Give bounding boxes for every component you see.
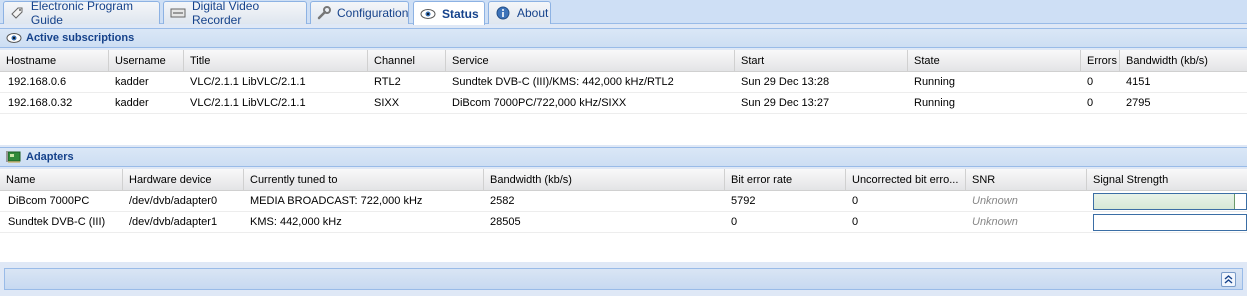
- cell-title: VLC/2.1.1 LibVLC/2.1.1: [190, 76, 306, 88]
- cell-bandwidth: 2795: [1126, 97, 1151, 109]
- cell-hardware-device: /dev/dvb/adapter1: [129, 216, 218, 228]
- table-row[interactable]: Sundtek DVB-C (III) /dev/dvb/adapter1 KM…: [0, 212, 1247, 233]
- signal-strength-bar: [1093, 214, 1247, 231]
- column-header-signal-strength[interactable]: Signal Strength: [1087, 169, 1247, 191]
- table-row[interactable]: 192.168.0.32 kadder VLC/2.1.1 LibVLC/2.1…: [0, 93, 1247, 114]
- tab-label: Electronic Program Guide: [30, 0, 133, 27]
- eye-icon: [6, 31, 22, 45]
- cell-username: kadder: [115, 76, 149, 88]
- subscriptions-grid: Hostname Username Title Channel Service …: [0, 50, 1247, 145]
- adapters-panel-header: Adapters: [0, 147, 1247, 167]
- column-header-state[interactable]: State: [908, 50, 1081, 72]
- cell-bandwidth: 4151: [1126, 76, 1151, 88]
- cell-tuned-to: MEDIA BROADCAST: 722,000 kHz: [250, 195, 423, 207]
- panel-title: Active subscriptions: [26, 32, 135, 44]
- cell-bit-error-rate: 0: [731, 216, 738, 228]
- tab-label: Status: [442, 6, 479, 21]
- column-header-snr[interactable]: SNR: [966, 169, 1087, 191]
- cell-service: DiBcom 7000PC/722,000 kHz/SIXX: [452, 97, 627, 109]
- cell-channel: SIXX: [374, 97, 400, 109]
- tab-dvr[interactable]: Digital Video Recorder: [163, 0, 307, 27]
- cell-errors: 0: [1087, 97, 1094, 109]
- cell-username: kadder: [115, 97, 149, 109]
- signal-strength-fill: [1094, 194, 1236, 209]
- cell-state: Running: [914, 76, 955, 88]
- adapter-card-icon: [6, 150, 22, 164]
- cell-hostname: 192.168.0.6: [8, 76, 67, 88]
- cell-errors: 0: [1087, 76, 1094, 88]
- column-header-name[interactable]: Name: [0, 169, 123, 191]
- cell-start: Sun 29 Dec 13:27: [741, 97, 830, 109]
- cell-state: Running: [914, 97, 955, 109]
- cell-title: VLC/2.1.1 LibVLC/2.1.1: [190, 97, 306, 109]
- cell-uncorrected: 0: [852, 216, 859, 228]
- info-icon: [495, 5, 511, 21]
- column-header-channel[interactable]: Channel: [368, 50, 446, 72]
- adapters-grid: Name Hardware device Currently tuned to …: [0, 169, 1247, 262]
- column-header-bandwidth[interactable]: Bandwidth (kb/s): [1120, 50, 1247, 72]
- wrench-icon: [317, 5, 331, 21]
- epg-tag-icon: [10, 5, 25, 21]
- grid-header: Name Hardware device Currently tuned to …: [0, 169, 1247, 191]
- tab-label: Digital Video Recorder: [192, 0, 260, 27]
- cell-bit-error-rate: 5792: [731, 195, 756, 207]
- column-header-hostname[interactable]: Hostname: [0, 50, 109, 72]
- cell-tuned-to: KMS: 442,000 kHz: [250, 216, 342, 228]
- cell-bandwidth: 2582: [490, 195, 515, 207]
- subscriptions-panel-header: Active subscriptions: [0, 28, 1247, 48]
- column-header-uncorrected[interactable]: Uncorrected bit erro...: [846, 169, 966, 191]
- tab-about[interactable]: About: [488, 1, 551, 24]
- cell-hostname: 192.168.0.32: [8, 97, 73, 109]
- cell-snr: Unknown: [972, 216, 1018, 228]
- panel-title: Adapters: [26, 151, 74, 163]
- signal-strength-bar: [1093, 193, 1247, 210]
- expand-panel-button[interactable]: [1221, 272, 1236, 287]
- cell-snr: Unknown: [972, 195, 1018, 207]
- eye-icon: [420, 6, 436, 22]
- column-header-username[interactable]: Username: [109, 50, 184, 72]
- cell-service: Sundtek DVB-C (III)/KMS: 442,000 kHz/RTL…: [452, 76, 674, 88]
- column-header-service[interactable]: Service: [446, 50, 735, 72]
- grid-header: Hostname Username Title Channel Service …: [0, 50, 1247, 72]
- dvr-recorder-icon: [170, 5, 186, 21]
- bottom-collapsed-panel: [4, 268, 1243, 290]
- cell-name: DiBcom 7000PC: [8, 195, 90, 207]
- tab-label: About: [517, 6, 549, 20]
- column-header-hardware-device[interactable]: Hardware device: [123, 169, 244, 191]
- cell-hardware-device: /dev/dvb/adapter0: [129, 195, 218, 207]
- tab-label: Configuration: [337, 6, 409, 20]
- tab-status[interactable]: Status: [413, 1, 485, 25]
- double-chevron-up-icon: [1224, 275, 1233, 284]
- table-row[interactable]: DiBcom 7000PC /dev/dvb/adapter0 MEDIA BR…: [0, 191, 1247, 212]
- column-header-bandwidth[interactable]: Bandwidth (kb/s): [484, 169, 725, 191]
- cell-start: Sun 29 Dec 13:28: [741, 76, 830, 88]
- column-header-title[interactable]: Title: [184, 50, 368, 72]
- tab-bar: Electronic Program Guide Digital Video R…: [0, 0, 1247, 27]
- cell-name: Sundtek DVB-C (III): [8, 216, 106, 228]
- table-row[interactable]: 192.168.0.6 kadder VLC/2.1.1 LibVLC/2.1.…: [0, 72, 1247, 93]
- column-header-tuned-to[interactable]: Currently tuned to: [244, 169, 484, 191]
- tab-configuration[interactable]: Configuration: [310, 1, 409, 24]
- tab-epg[interactable]: Electronic Program Guide: [3, 0, 160, 27]
- column-header-errors[interactable]: Errors: [1081, 50, 1120, 72]
- cell-bandwidth: 28505: [490, 216, 521, 228]
- cell-channel: RTL2: [374, 76, 401, 88]
- cell-uncorrected: 0: [852, 195, 859, 207]
- column-header-bit-error-rate[interactable]: Bit error rate: [725, 169, 846, 191]
- column-header-start[interactable]: Start: [735, 50, 908, 72]
